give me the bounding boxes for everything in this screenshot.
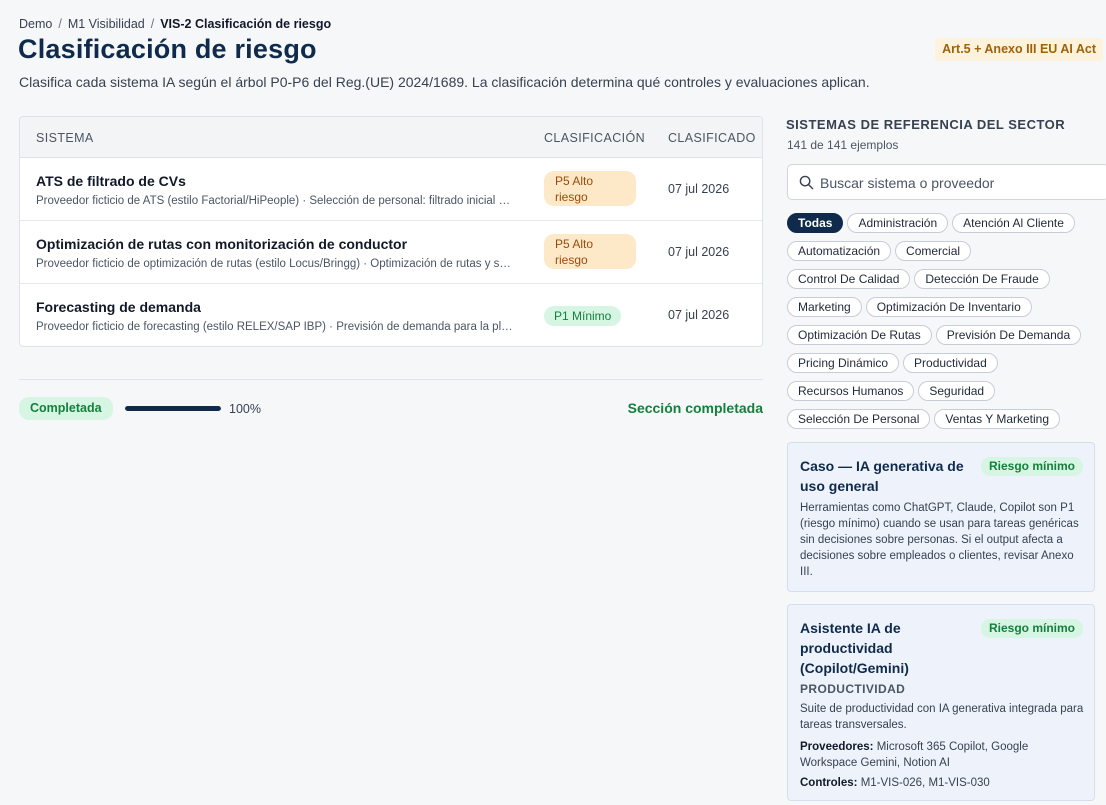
section-divider [19, 379, 763, 380]
breadcrumb-separator: / [150, 17, 155, 31]
reference-card[interactable]: Caso — IA generativa de uso general Ries… [787, 442, 1095, 592]
filter-chip-pricing-dinamico[interactable]: Pricing Dinámico [787, 353, 900, 373]
breadcrumb-link-m1[interactable]: M1 Visibilidad [68, 17, 145, 31]
controls-value: M1-VIS-026, M1-VIS-030 [860, 777, 990, 789]
chip-row: Marketing Optimización De Inventario [787, 297, 1099, 317]
page-title: Clasificación de riesgo [18, 34, 317, 64]
column-header-clasificacion: CLASIFICACIÓN [544, 131, 646, 145]
reference-card-body: Herramientas como ChatGPT, Claude, Copil… [800, 502, 1079, 578]
filter-chip-optimizacion-de-inventario[interactable]: Optimización De Inventario [865, 297, 1032, 317]
table-header: SISTEMA CLASIFICACIÓN CLASIFICADO [20, 117, 762, 158]
providers-label: Proveedores: [800, 741, 874, 753]
table-row[interactable]: Optimización de rutas con monitorización… [20, 221, 762, 284]
progress-bar [125, 406, 221, 411]
chip-row: Automatización Comercial [787, 241, 1099, 261]
reference-card-controls: Controles: M1-VIS-026, M1-VIS-030 [800, 775, 1088, 791]
chip-row: Todas Administración Atención Al Cliente [787, 213, 1099, 233]
search-box[interactable] [787, 164, 1106, 200]
filter-chip-seleccion-de-personal[interactable]: Selección De Personal [787, 409, 931, 429]
breadcrumb: Demo / M1 Visibilidad / VIS-2 Clasificación … [19, 17, 331, 31]
system-name: ATS de filtrado de CVs [36, 173, 186, 189]
regulation-badge: Art.5 + Anexo III EU AI Act [935, 38, 1103, 61]
breadcrumb-current: VIS-2 Clasificación de riesgo [160, 17, 332, 31]
chip-row: Selección De Personal Ventas Y Marketing [787, 409, 1099, 429]
chip-row: Recursos Humanos Seguridad [787, 381, 1099, 401]
filter-chip-seguridad[interactable]: Seguridad [918, 381, 996, 401]
section-complete-label: Sección completada [627, 400, 763, 416]
filter-chip-deteccion-de-fraude[interactable]: Detección De Fraude [914, 269, 1050, 289]
classification-badge-high: P5 Alto riesgo [544, 234, 636, 269]
reference-card-body: Suite de productividad con IA generativa… [800, 703, 1084, 731]
filter-chip-marketing[interactable]: Marketing [787, 297, 862, 317]
reference-card-providers: Proveedores: Microsoft 365 Copilot, Goog… [800, 739, 1088, 771]
chip-row: Optimización De Rutas Previsión De Deman… [787, 325, 1099, 345]
filter-chip-productividad[interactable]: Productividad [903, 353, 998, 373]
classified-date: 07 jul 2026 [668, 182, 730, 196]
filter-chip-prevision-de-demanda[interactable]: Previsión De Demanda [935, 325, 1082, 345]
filter-chip-control-de-calidad[interactable]: Control De Calidad [787, 269, 911, 289]
systems-table: SISTEMA CLASIFICACIÓN CLASIFICADO ATS de… [19, 116, 763, 347]
system-name: Optimización de rutas con monitorización… [36, 236, 408, 252]
system-name: Forecasting de demanda [36, 299, 201, 315]
classification-badge-high: P5 Alto riesgo [544, 171, 636, 206]
filter-chip-optimizacion-de-rutas[interactable]: Optimización De Rutas [787, 325, 932, 345]
classification-badge-low: P1 Mínimo [544, 306, 622, 326]
progress-bar-fill [125, 406, 221, 411]
reference-systems-title: SISTEMAS DE REFERENCIA DEL SECTOR [786, 117, 1066, 132]
system-description: Proveedor ficticio de optimización de ru… [36, 258, 516, 270]
progress-percent: 100% [229, 402, 261, 416]
reference-card-title: Caso — IA generativa de uso general [800, 458, 964, 494]
table-row[interactable]: ATS de filtrado de CVs Proveedor fictici… [20, 158, 762, 221]
classified-date: 07 jul 2026 [668, 308, 730, 322]
risk-badge: Riesgo mínimo [980, 619, 1083, 638]
breadcrumb-separator: / [58, 17, 62, 31]
reference-card-title: Asistente IA de productividad (Copilot/G… [800, 620, 909, 676]
breadcrumb-link-demo[interactable]: Demo [19, 17, 52, 31]
reference-card[interactable]: Asistente IA de productividad (Copilot/G… [787, 604, 1095, 801]
filter-chip-administracion[interactable]: Administración [847, 213, 949, 233]
filter-chip-automatizacion[interactable]: Automatización [787, 241, 892, 261]
filter-chip-ventas-y-marketing[interactable]: Ventas Y Marketing [934, 409, 1061, 429]
sector-filter-chips: Todas Administración Atención Al Cliente… [787, 213, 1099, 437]
search-input[interactable] [820, 173, 1090, 193]
system-description: Proveedor ficticio de forecasting (estil… [36, 321, 516, 333]
page-subtitle: Clasifica cada sistema IA según el árbol… [19, 74, 870, 90]
classified-date: 07 jul 2026 [668, 245, 730, 259]
reference-systems-count: 141 de 141 ejemplos [787, 138, 899, 152]
filter-chip-comercial[interactable]: Comercial [895, 241, 972, 261]
column-header-sistema: SISTEMA [36, 131, 94, 145]
chip-row: Control De Calidad Detección De Fraude [787, 269, 1099, 289]
system-description: Proveedor ficticio de ATS (estilo Factor… [36, 195, 516, 207]
column-header-clasificado: CLASIFICADO [668, 131, 756, 145]
controls-label: Controles: [800, 777, 858, 789]
risk-badge: Riesgo mínimo [980, 457, 1083, 476]
table-row[interactable]: Forecasting de demanda Proveedor fictici… [20, 284, 762, 346]
reference-card-category: PRODUCTIVIDAD [800, 682, 906, 696]
filter-chip-todas[interactable]: Todas [787, 213, 844, 233]
filter-chip-atencion-al-cliente[interactable]: Atención Al Cliente [952, 213, 1075, 233]
status-badge: Completada [19, 397, 113, 420]
search-icon [799, 175, 814, 190]
chip-row: Pricing Dinámico Productividad [787, 353, 1099, 373]
filter-chip-recursos-humanos[interactable]: Recursos Humanos [787, 381, 915, 401]
